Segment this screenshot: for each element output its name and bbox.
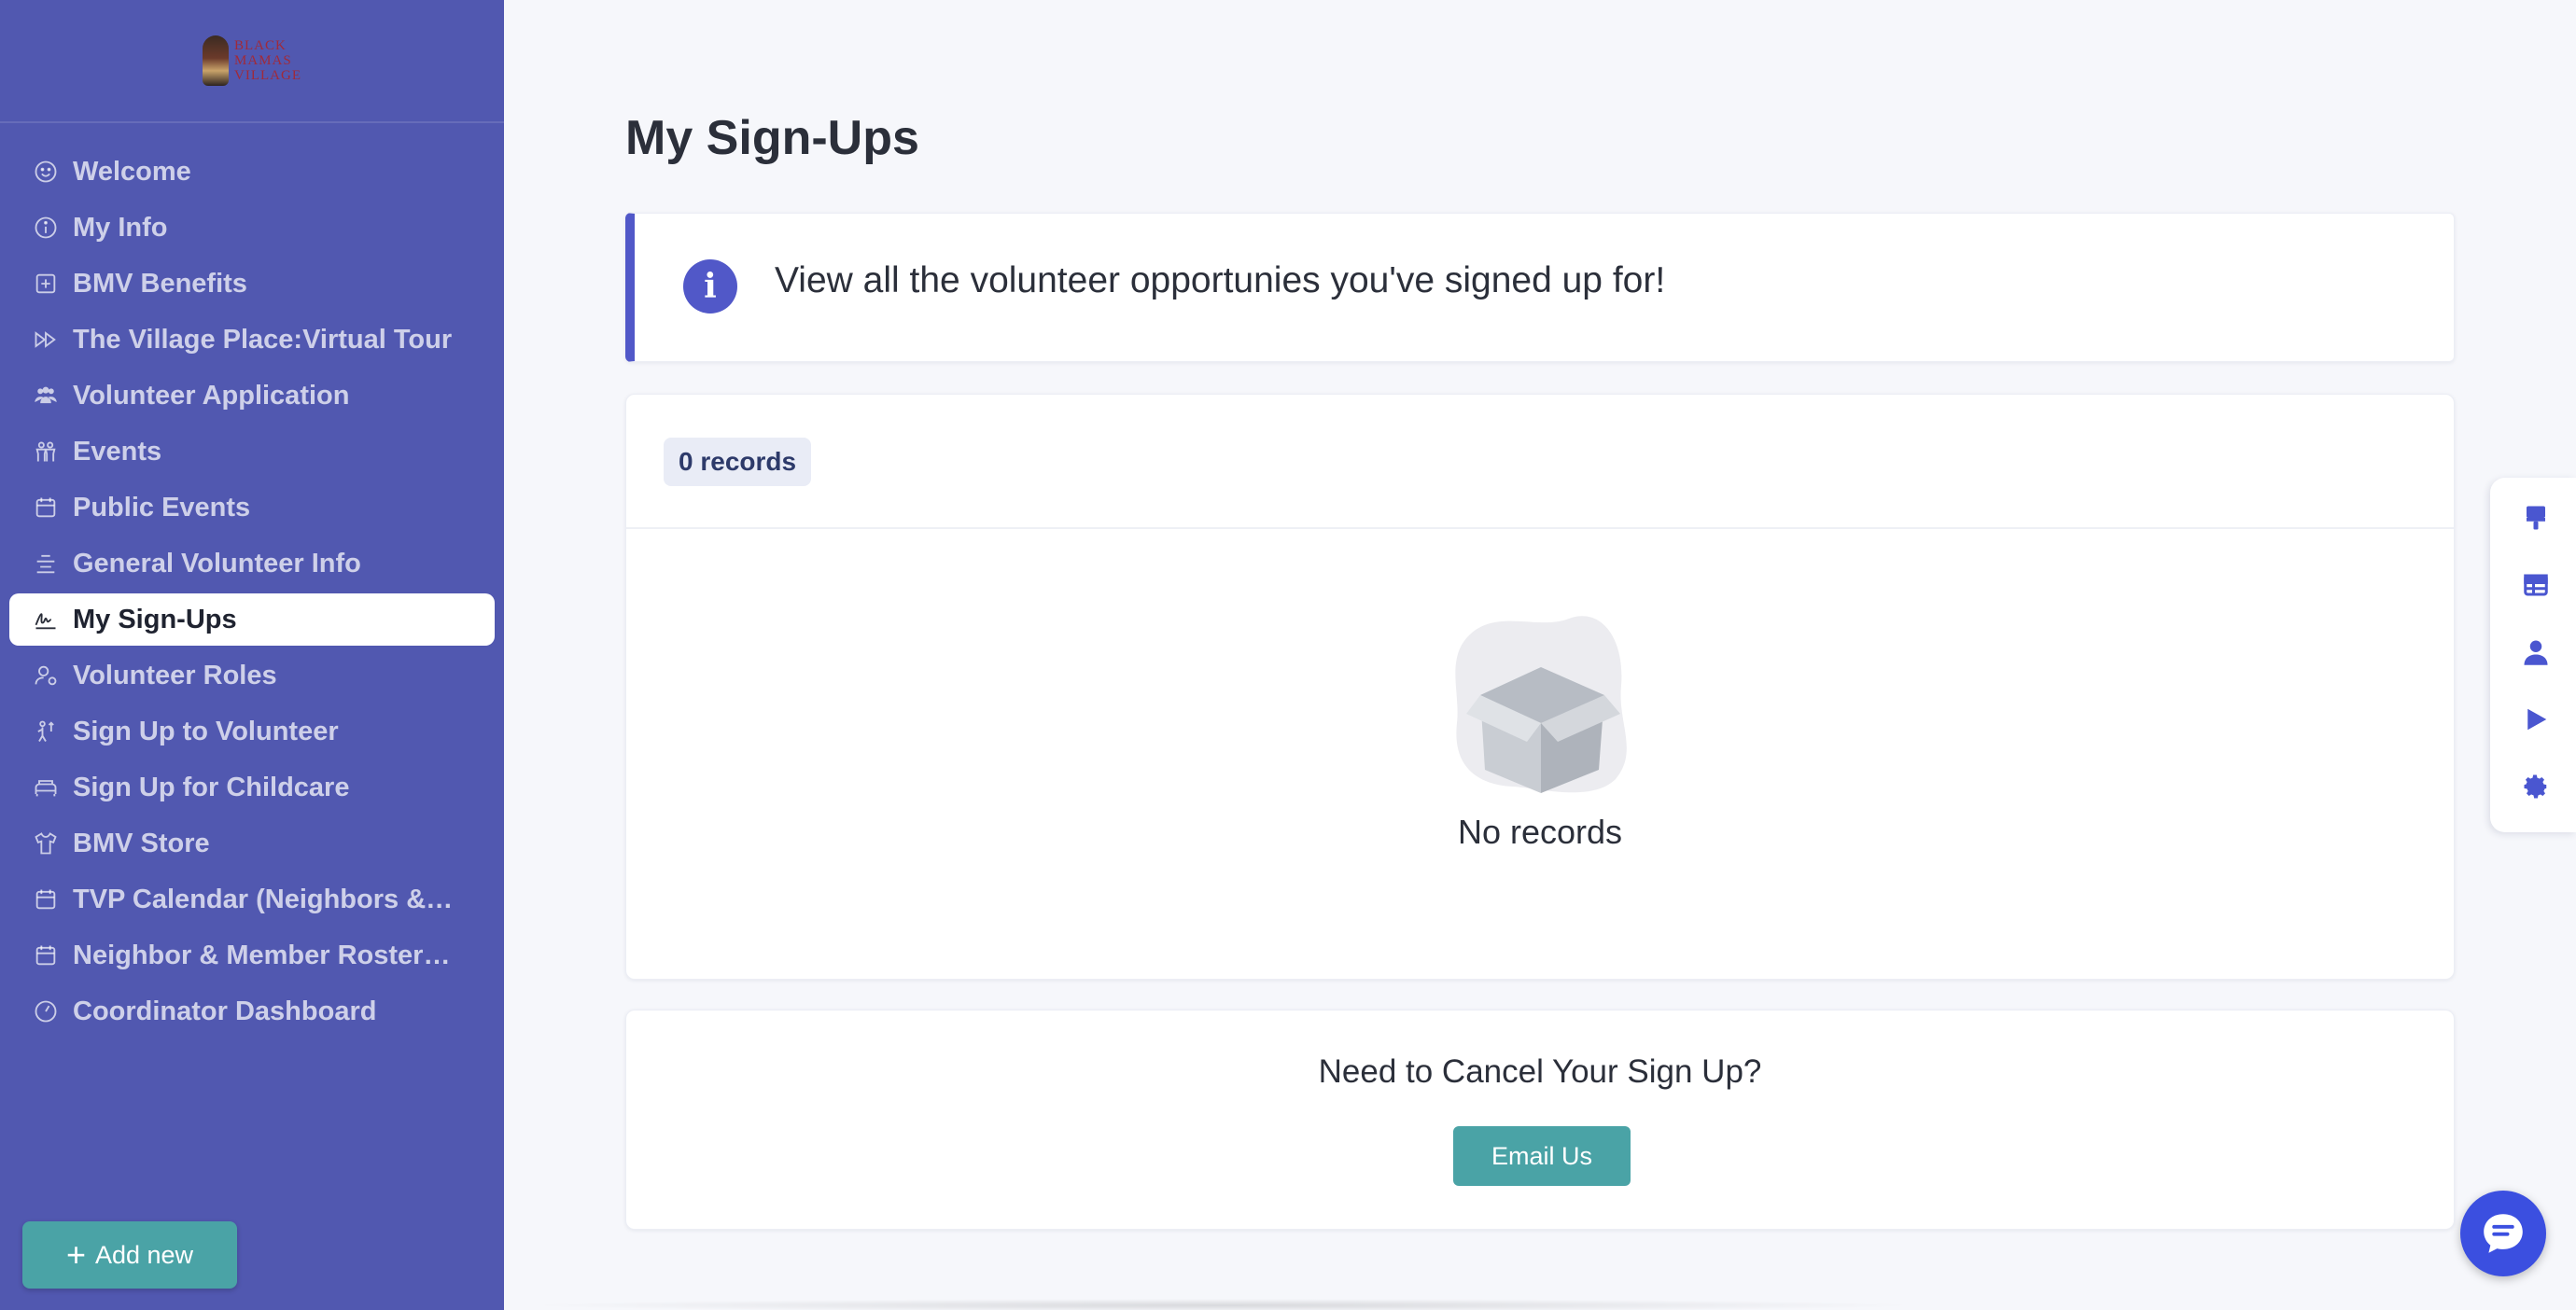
signature-icon: [32, 606, 60, 634]
sidebar-item-general-volunteer-info[interactable]: General Volunteer Info: [9, 537, 495, 590]
users-icon: [32, 382, 60, 410]
gauge-icon: [32, 997, 60, 1025]
bottom-shadow: [523, 1299, 1923, 1310]
shirt-icon: [32, 829, 60, 857]
sidebar-item-sign-up-childcare[interactable]: Sign Up for Childcare: [9, 761, 495, 814]
add-new-button[interactable]: + Add new: [22, 1221, 237, 1289]
bed-icon: [32, 773, 60, 801]
info-banner: i View all the volunteer opportunies you…: [625, 213, 2455, 362]
sidebar-item-label: Sign Up to Volunteer: [73, 716, 339, 746]
sidebar-item-member-roster[interactable]: Neighbor & Member Roster…: [9, 929, 495, 982]
align-center-icon: [32, 550, 60, 578]
fast-forward-icon: [32, 326, 60, 354]
sidebar-item-welcome[interactable]: Welcome: [9, 146, 495, 198]
info-circle-icon: [32, 214, 60, 242]
plus-icon: +: [65, 1235, 86, 1274]
page-title: My Sign-Ups: [625, 111, 919, 165]
sidebar-item-my-sign-ups[interactable]: My Sign-Ups: [9, 593, 495, 646]
logo-line-1: BLACK: [234, 38, 287, 53]
records-panel: 0 records No records: [625, 394, 2455, 980]
people-icon: [32, 438, 60, 466]
plus-square-icon: [32, 270, 60, 298]
chat-icon: [2484, 1214, 2523, 1253]
sidebar-item-label: Welcome: [73, 156, 191, 187]
sidebar-item-my-info[interactable]: My Info: [9, 202, 495, 254]
logo-area: BLACK MAMAS VILLAGE: [0, 0, 504, 123]
sidebar-nav: Welcome My Info BMV Benefits The Village…: [0, 123, 504, 1038]
user-cog-icon: [32, 662, 60, 690]
sidebar-item-label: Sign Up for Childcare: [73, 772, 350, 802]
sidebar-item-bmv-benefits[interactable]: BMV Benefits: [9, 258, 495, 310]
sidebar-item-label: Volunteer Roles: [73, 660, 277, 690]
empty-state-text: No records: [1457, 813, 1623, 851]
sidebar-item-label: My Sign-Ups: [73, 604, 237, 634]
records-count-badge: 0 records: [664, 438, 812, 486]
sidebar-item-label: Public Events: [73, 492, 251, 523]
sidebar-item-label: BMV Store: [73, 828, 210, 858]
sidebar-item-coordinator-dashboard[interactable]: Coordinator Dashboard: [9, 985, 495, 1038]
email-us-button[interactable]: Email Us: [1453, 1126, 1631, 1186]
sidebar-item-public-events[interactable]: Public Events: [9, 481, 495, 534]
sidebar-item-events[interactable]: Events: [9, 425, 495, 478]
sidebar-item-virtual-tour[interactable]: The Village Place:Virtual Tour: [9, 314, 495, 366]
cancel-heading: Need to Cancel Your Sign Up?: [1318, 1053, 1762, 1090]
sidebar-item-label: General Volunteer Info: [73, 548, 361, 578]
info-icon: i: [683, 259, 737, 314]
logo-text: BLACK MAMAS VILLAGE: [234, 38, 301, 83]
cancel-panel: Need to Cancel Your Sign Up? Email Us: [625, 1010, 2455, 1230]
sidebar-item-volunteer-roles[interactable]: Volunteer Roles: [9, 649, 495, 702]
logo-line-3: VILLAGE: [234, 68, 301, 83]
sidebar-item-bmv-store[interactable]: BMV Store: [9, 817, 495, 870]
info-message: View all the volunteer opportunies you'v…: [775, 260, 1666, 300]
logo-figure: [203, 35, 229, 86]
divider: [626, 527, 2454, 529]
sidebar-item-label: My Info: [73, 212, 168, 243]
user-icon[interactable]: [2520, 636, 2552, 668]
sidebar-item-label: Neighbor & Member Roster…: [73, 940, 451, 970]
sidebar-item-volunteer-application[interactable]: Volunteer Application: [9, 369, 495, 422]
logo-line-2: MAMAS: [234, 53, 292, 68]
sidebar: BLACK MAMAS VILLAGE Welcome My Info BMV …: [0, 0, 504, 1310]
sidebar-item-label: Volunteer Application: [73, 380, 350, 411]
sidebar-item-label: Coordinator Dashboard: [73, 996, 377, 1026]
gear-icon[interactable]: [2520, 771, 2552, 802]
sidebar-item-label: BMV Benefits: [73, 268, 247, 299]
calendar-icon: [32, 494, 60, 522]
smile-icon: [32, 158, 60, 186]
sidebar-item-label: TVP Calendar (Neighbors &…: [73, 884, 454, 914]
sidebar-item-sign-up-to-volunteer[interactable]: Sign Up to Volunteer: [9, 705, 495, 758]
chat-button[interactable]: [2460, 1191, 2546, 1276]
empty-box-icon: [1438, 602, 1644, 798]
calendar-icon: [32, 941, 60, 969]
person-hand-icon: [32, 718, 60, 746]
play-icon[interactable]: [2520, 704, 2552, 735]
logo[interactable]: BLACK MAMAS VILLAGE: [203, 35, 301, 86]
brush-icon[interactable]: [2520, 502, 2552, 534]
add-new-label: Add new: [94, 1240, 194, 1269]
calendar-icon: [32, 885, 60, 913]
sidebar-item-tvp-calendar[interactable]: TVP Calendar (Neighbors &…: [9, 873, 495, 926]
sidebar-item-label: Events: [73, 436, 162, 467]
right-toolbar: [2490, 478, 2576, 832]
sidebar-item-label: The Village Place:Virtual Tour: [73, 324, 453, 355]
table-icon[interactable]: [2520, 569, 2552, 601]
